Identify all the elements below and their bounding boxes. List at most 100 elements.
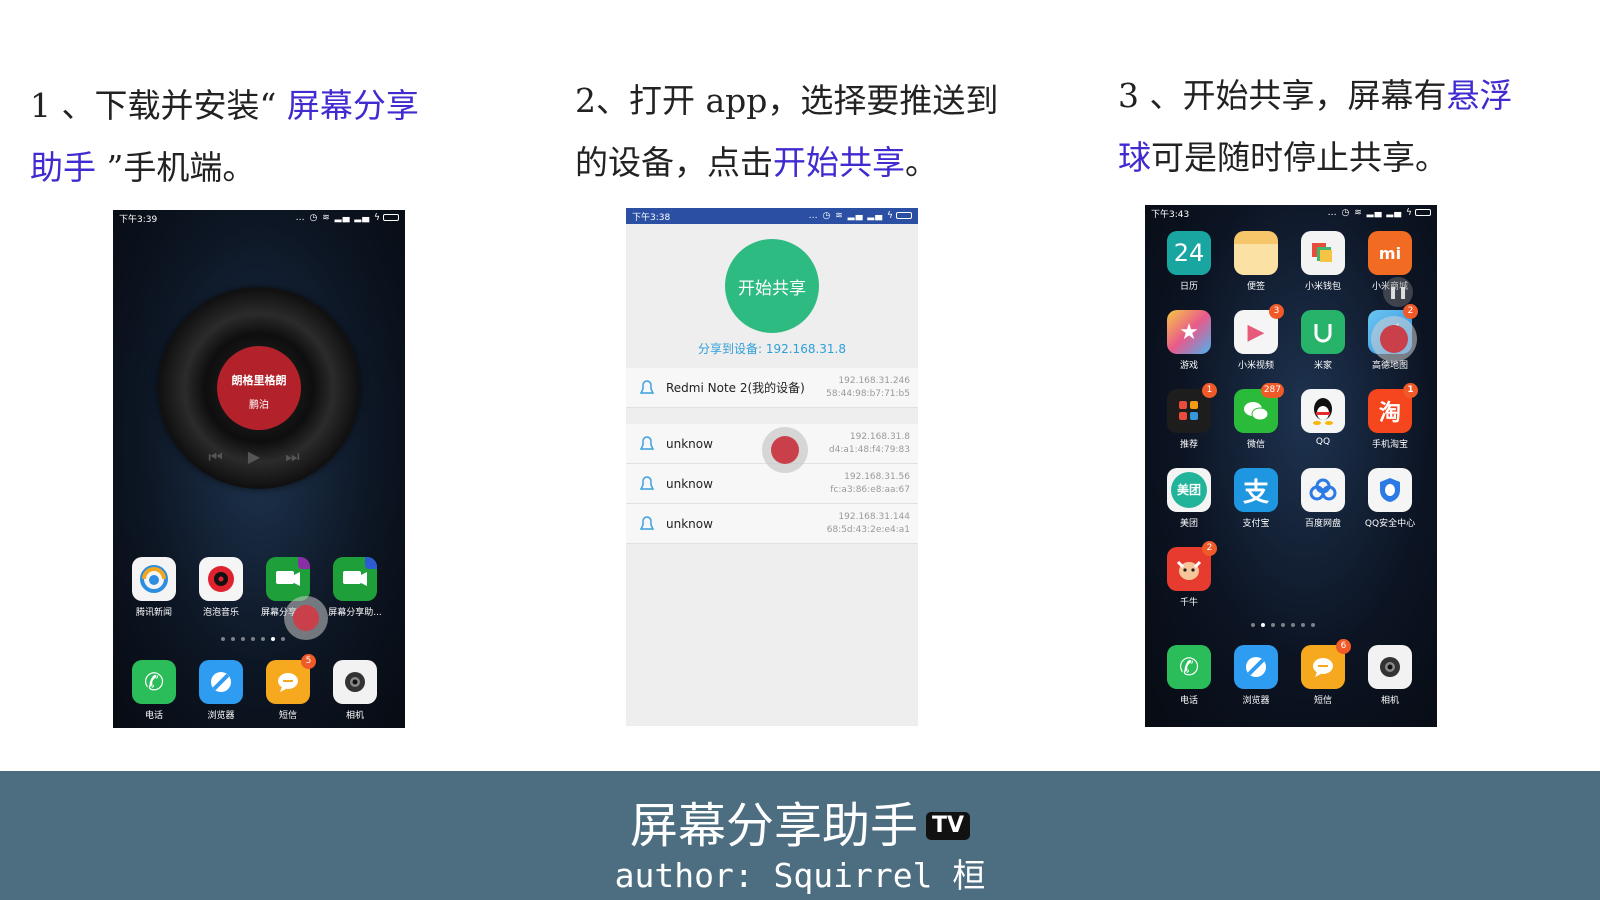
app-label: QQ安全中心 [1364,519,1416,529]
step-2-caption: 2、打开 app，选择要推送到 的设备，点击开始共享。 [575,70,998,194]
app-label: 支付宝 [1242,519,1270,529]
screen-share-icon [266,557,310,601]
status-icons: … ◷ ≋ ▂▄ ▂▄ ϟ [296,213,399,223]
app-label: 米家 [1313,361,1332,371]
device-ip: 192.168.31.8 [849,431,910,442]
step-1-text-b: ”手机端。 [96,148,256,187]
dock-phone[interactable]: ✆ 电话 [1159,645,1219,706]
device-mac: d4:a1:48:f4:79:83 [828,444,910,455]
device-mac: 68:5d:43:2e:e4:a1 [826,524,910,535]
dock-phone[interactable]: ✆ 电话 [124,660,184,721]
step-3-caption: 3 、开始共享，屏幕有悬浮 球可是随时停止共享。 [1118,65,1513,189]
footer-title: 屏幕分享助手 TV [0,786,1600,856]
baidu-pan-icon [1301,468,1345,512]
share-target-label: 分享到设备: 192.168.31.8 [697,342,846,356]
dock-browser[interactable]: 浏览器 [1226,645,1286,706]
battery-icon [383,214,399,221]
app-label: 相机 [345,711,364,721]
app-taobao[interactable]: 淘 1 手机淘宝 [1360,383,1420,450]
song-artist: 鹏泊 [249,400,269,411]
qq-icon [1301,389,1345,433]
start-share-button[interactable]: 开始共享 [725,239,819,333]
dock-browser[interactable]: 浏览器 [191,660,251,721]
sms-badge: 6 [1336,639,1351,654]
app-badge: 287 [1260,383,1284,398]
app-mi-video[interactable]: ▶ 3 小米视频 [1226,304,1286,371]
device-ip: 192.168.31.56 [844,471,910,482]
page-indicator [221,637,285,641]
dock-camera[interactable]: 相机 [325,660,385,721]
app-wechat[interactable]: 287 微信 [1226,383,1286,450]
step-3-highlight-b: 球 [1118,138,1151,177]
device-icon [640,515,654,530]
app-label: 腾讯新闻 [135,608,172,618]
app-paopao-music[interactable]: 泡泡音乐 [191,557,251,618]
vinyl-label: 朗格里格朗 鹏泊 [217,346,301,430]
app-badge: 2 [1202,541,1217,556]
step-1-highlight-a: 屏幕分享 [286,86,419,125]
phone-icon: ✆ [132,660,176,704]
app-label: 日历 [1179,282,1198,292]
app-badge: 1 [1403,383,1418,398]
app-label: 泡泡音乐 [202,608,239,618]
phone-screenshot-1: 下午3:39 … ◷ ≋ ▂▄ ▂▄ ϟ 朗格里格朗 鹏泊 ⏮ ▶ ⏭ 腾讯新闻… [113,210,405,728]
app-label: 浏览器 [1242,696,1270,706]
playback-controls[interactable]: ⏮ ▶ ⏭ [158,447,360,467]
status-bar: 下午3:39 … ◷ ≋ ▂▄ ▂▄ ϟ [113,210,405,226]
app-name: 屏幕分享助手 [629,798,918,854]
app-mijia[interactable]: 米家 [1293,310,1353,371]
app-mi-wallet[interactable]: 小米钱包 [1293,231,1353,292]
app-tencent-news[interactable]: 腾讯新闻 [124,557,184,618]
device-ip: 192.168.31.144 [838,511,910,522]
step-1-caption: 1 、下载并安装“ 屏幕分享 助手 ”手机端。 [30,75,419,199]
status-time: 下午3:38 [632,212,671,223]
qianniu-icon: 2 [1167,541,1217,591]
app-label: 电话 [144,711,163,721]
device-icon [640,475,654,490]
floating-ball[interactable] [284,596,328,640]
app-alipay[interactable]: 支 支付宝 [1226,468,1286,529]
video-icon-glyph: ▶ [1247,319,1265,345]
footer-banner: 屏幕分享助手 TV author: Squirrel 桓 [0,771,1600,900]
wallet-icon [1301,231,1345,275]
recommend-icon: 1 [1167,383,1217,433]
device-row[interactable]: Redmi Note 2(我的设备) 192.168.31.246 58:44:9… [626,368,918,408]
games-icon: ★ [1167,310,1211,354]
phone-screenshot-2: 下午3:38 … ◷ ≋ ▂▄ ▂▄ ϟ 开始共享 分享到设备: 192.168… [626,208,918,726]
app-label: 电话 [1179,696,1198,706]
device-row[interactable]: unknow 192.168.31.144 68:5d:43:2e:e4:a1 [626,504,918,544]
app-qq-security[interactable]: QQ安全中心 [1360,468,1420,529]
device-mac: fc:a3:86:e8:aa:67 [830,484,910,495]
page-indicator [1251,623,1315,627]
app-baidu-pan[interactable]: 百度网盘 [1293,468,1353,529]
meituan-icon-glyph: 美团 [1171,472,1207,508]
dock-sms[interactable]: 6 短信 [1293,639,1353,706]
vinyl-record-widget[interactable]: 朗格里格朗 鹏泊 ⏮ ▶ ⏭ [158,287,360,489]
app-calendar[interactable]: 24 日历 [1159,231,1219,292]
app-label: 微信 [1246,440,1265,450]
step-3-text-a: 3 、开始共享，屏幕有 [1118,76,1447,115]
floating-ball[interactable] [762,427,808,473]
step-2-highlight: 开始共享 [773,143,905,182]
device-name: unknow [666,516,713,531]
status-icons: … ◷ ≋ ▂▄ ▂▄ ϟ [809,211,912,221]
floating-pause-button[interactable]: ❚❚ [1383,277,1413,307]
app-recommend[interactable]: 1 推荐 [1159,383,1219,450]
battery-icon [1415,209,1431,216]
app-notes[interactable]: 便签 [1226,231,1286,292]
app-games[interactable]: ★ 游戏 [1159,310,1219,371]
app-meituan[interactable]: 美团 美团 [1159,468,1219,529]
app-screen-share-tv[interactable]: 屏幕分享助... [325,557,385,618]
floating-ball[interactable] [1371,316,1417,362]
app-label: 推荐 [1179,440,1198,450]
device-name: Redmi Note 2(我的设备) [666,381,805,395]
app-qq[interactable]: QQ [1293,389,1353,447]
app-qianniu[interactable]: 2 千牛 [1159,541,1219,608]
sms-icon: 6 [1301,639,1351,689]
step-1-highlight-b: 助手 [30,148,96,187]
dock-camera[interactable]: 相机 [1360,645,1420,706]
camera-icon [333,660,377,704]
dock-sms[interactable]: 5 短信 [258,654,318,721]
mijia-icon [1301,310,1345,354]
device-row[interactable]: unknow 192.168.31.56 fc:a3:86:e8:aa:67 [626,464,918,504]
